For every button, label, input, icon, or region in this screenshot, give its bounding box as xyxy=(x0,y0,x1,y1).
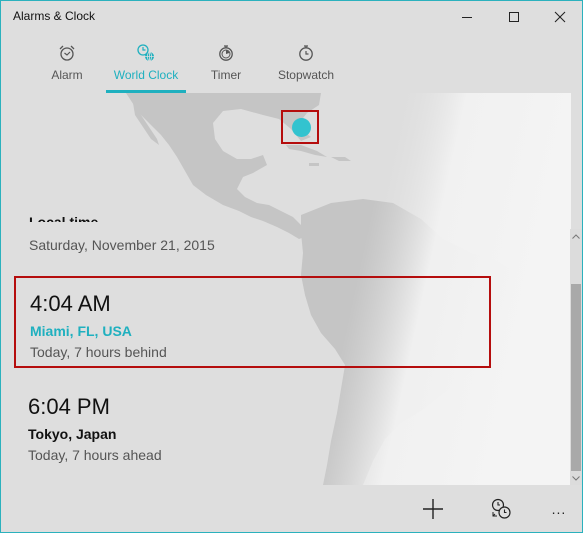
tab-label: Alarm xyxy=(51,68,83,82)
compare-clocks-icon xyxy=(491,498,511,519)
clock-item[interactable]: 6:04 PM Tokyo, Japan Today, 7 hours ahea… xyxy=(14,381,491,473)
tab-alarm[interactable]: Alarm xyxy=(47,39,87,93)
app-window: Alarms & Clock Alarm World Clock Timer S… xyxy=(0,0,583,533)
tab-label: World Clock xyxy=(113,68,179,82)
tab-world-clock[interactable]: World Clock xyxy=(106,39,186,93)
command-bar: ... xyxy=(1,485,582,532)
clock-item[interactable]: 4:04 AM Miami, FL, USA Today, 7 hours be… xyxy=(14,276,491,368)
world-clock-icon xyxy=(136,43,156,63)
timer-icon xyxy=(217,43,235,63)
chevron-down-icon xyxy=(572,475,580,481)
title-bar[interactable]: Alarms & Clock xyxy=(1,1,582,33)
tab-label: Stopwatch xyxy=(277,68,335,82)
minimize-button[interactable] xyxy=(444,1,490,33)
vertical-scrollbar[interactable] xyxy=(570,229,582,485)
clock-relative: Today, 7 hours behind xyxy=(30,344,167,360)
maximize-button[interactable] xyxy=(491,1,537,33)
compare-clocks-button[interactable] xyxy=(481,493,521,525)
scroll-thumb[interactable] xyxy=(571,284,581,471)
tab-bar: Alarm World Clock Timer Stopwatch xyxy=(1,39,582,93)
close-button[interactable] xyxy=(537,1,582,33)
clock-time: 6:04 PM xyxy=(28,394,110,419)
more-icon: ... xyxy=(551,501,567,517)
clock-time: 4:04 AM xyxy=(30,291,111,316)
world-clock-list: Local time Saturday, November 21, 2015 4… xyxy=(1,215,571,486)
clock-relative: Today, 7 hours ahead xyxy=(28,447,162,463)
clock-city: Tokyo, Japan xyxy=(28,426,117,442)
maximize-icon xyxy=(509,12,519,22)
window-title: Alarms & Clock xyxy=(13,9,96,23)
local-time-label: Local time xyxy=(29,215,98,222)
minimize-icon xyxy=(462,17,472,18)
alarm-clock-icon xyxy=(58,43,76,63)
marker-selection-highlight xyxy=(281,110,319,144)
more-button[interactable]: ... xyxy=(539,493,579,525)
tab-stopwatch[interactable]: Stopwatch xyxy=(277,39,335,93)
stopwatch-icon xyxy=(297,43,315,63)
scroll-up-button[interactable] xyxy=(570,229,582,243)
close-icon xyxy=(554,11,566,23)
chevron-up-icon xyxy=(572,233,580,239)
add-button[interactable] xyxy=(413,493,453,525)
tab-label: Timer xyxy=(210,68,242,82)
local-date: Saturday, November 21, 2015 xyxy=(29,237,215,253)
scroll-down-button[interactable] xyxy=(570,471,582,485)
add-icon xyxy=(423,499,443,519)
clock-city: Miami, FL, USA xyxy=(30,323,132,339)
tab-timer[interactable]: Timer xyxy=(206,39,246,93)
